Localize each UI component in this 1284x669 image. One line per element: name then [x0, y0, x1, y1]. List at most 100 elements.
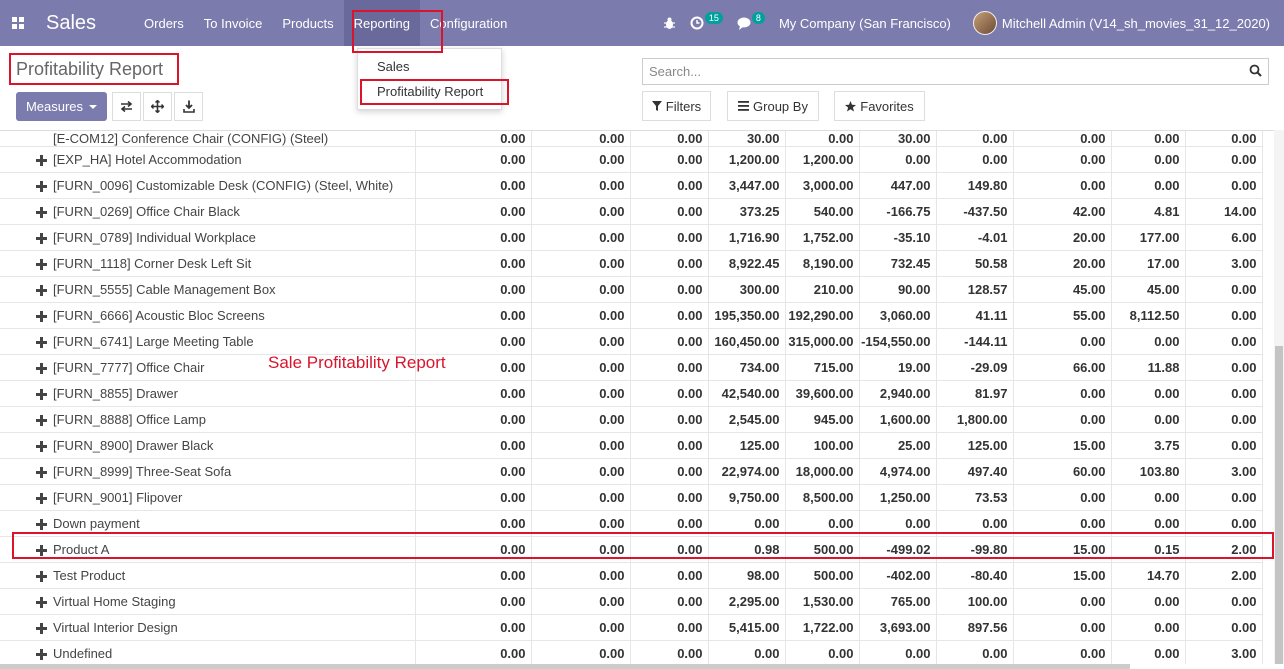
cell-value[interactable]: 0.00: [936, 510, 1014, 537]
plus-icon[interactable]: [36, 414, 47, 429]
row-header[interactable]: [FURN_8999] Three-Seat Sofa: [0, 458, 416, 485]
table-row[interactable]: [FURN_8855] Drawer 0.00 0.00 0.00 42,540.00 3…: [0, 380, 1263, 407]
plus-icon[interactable]: [36, 544, 47, 559]
cell-value[interactable]: 0.00: [1111, 172, 1186, 199]
cell-value[interactable]: 0.00: [1013, 588, 1112, 615]
cell-value[interactable]: 0.00: [415, 302, 532, 329]
cell-value[interactable]: 0.00: [531, 380, 631, 407]
table-row[interactable]: Virtual Interior Design 0.00 0.00 0.00 5,415…: [0, 614, 1263, 641]
cell-value[interactable]: 0.00: [630, 250, 709, 277]
cell-value[interactable]: 0.00: [1185, 354, 1263, 381]
cell-value[interactable]: 1,752.00: [785, 224, 860, 251]
cell-value[interactable]: 0.00: [708, 640, 786, 664]
menu-to-invoice[interactable]: To Invoice: [194, 0, 273, 46]
cell-value[interactable]: 0.00: [531, 276, 631, 303]
cell-value[interactable]: 0.00: [1013, 172, 1112, 199]
cell-value[interactable]: 0.00: [531, 562, 631, 589]
table-row[interactable]: [E-COM12] Conference Chair (CONFIG) (Ste…: [0, 131, 1263, 147]
cell-value[interactable]: 195,350.00: [708, 302, 786, 329]
cell-value[interactable]: 30.00: [708, 131, 786, 147]
cell-value[interactable]: 0.00: [1185, 146, 1263, 173]
table-row[interactable]: [FURN_0269] Office Chair Black 0.00 0.00 0.…: [0, 198, 1263, 225]
cell-value[interactable]: 9,750.00: [708, 484, 786, 511]
cell-value[interactable]: -144.11: [936, 328, 1014, 355]
cell-value[interactable]: 0.00: [415, 146, 532, 173]
cell-value[interactable]: 0.00: [936, 640, 1014, 664]
cell-value[interactable]: 0.00: [859, 640, 937, 664]
cell-value[interactable]: 0.00: [415, 172, 532, 199]
cell-value[interactable]: 0.00: [415, 536, 532, 563]
cell-value[interactable]: 0.00: [1185, 276, 1263, 303]
table-row[interactable]: [FURN_0096] Customizable Desk (CONFIG) (…: [0, 172, 1263, 199]
cell-value[interactable]: 41.11: [936, 302, 1014, 329]
flip-axis-button[interactable]: [112, 92, 141, 121]
cell-value[interactable]: 0.00: [415, 588, 532, 615]
cell-value[interactable]: 8,190.00: [785, 250, 860, 277]
cell-value[interactable]: 0.00: [630, 198, 709, 225]
cell-value[interactable]: 300.00: [708, 276, 786, 303]
activity-clock-icon[interactable]: 15: [690, 12, 723, 30]
cell-value[interactable]: 0.00: [415, 562, 532, 589]
cell-value[interactable]: -99.80: [936, 536, 1014, 563]
cell-value[interactable]: 3.00: [1185, 250, 1263, 277]
cell-value[interactable]: 0.00: [531, 250, 631, 277]
cell-value[interactable]: 0.00: [630, 484, 709, 511]
row-header[interactable]: [FURN_0789] Individual Workplace: [0, 224, 416, 251]
cell-value[interactable]: 73.53: [936, 484, 1014, 511]
cell-value[interactable]: 0.00: [630, 640, 709, 664]
cell-value[interactable]: 715.00: [785, 354, 860, 381]
company-switcher[interactable]: My Company (San Francisco): [779, 16, 951, 31]
dropdown-item-sales[interactable]: Sales: [377, 59, 410, 74]
cell-value[interactable]: 0.00: [1111, 484, 1186, 511]
cell-value[interactable]: 0.00: [1185, 484, 1263, 511]
cell-value[interactable]: 0.00: [936, 131, 1014, 147]
cell-value[interactable]: 500.00: [785, 562, 860, 589]
cell-value[interactable]: 0.00: [531, 328, 631, 355]
cell-value[interactable]: 0.00: [415, 432, 532, 459]
cell-value[interactable]: 0.00: [630, 588, 709, 615]
cell-value[interactable]: 0.00: [531, 354, 631, 381]
cell-value[interactable]: -154,550.00: [859, 328, 937, 355]
cell-value[interactable]: 20.00: [1013, 250, 1112, 277]
debug-bug-icon[interactable]: [663, 17, 676, 30]
menu-orders[interactable]: Orders: [134, 0, 194, 46]
cell-value[interactable]: 0.00: [415, 614, 532, 641]
search-input[interactable]: Search...: [642, 58, 1269, 85]
cell-value[interactable]: 0.00: [415, 276, 532, 303]
cell-value[interactable]: -166.75: [859, 198, 937, 225]
cell-value[interactable]: 0.00: [1111, 146, 1186, 173]
cell-value[interactable]: -80.40: [936, 562, 1014, 589]
table-row[interactable]: [FURN_0789] Individual Workplace 0.00 0.00…: [0, 224, 1263, 251]
cell-value[interactable]: 0.00: [1013, 406, 1112, 433]
cell-value[interactable]: 45.00: [1111, 276, 1186, 303]
plus-icon[interactable]: [36, 440, 47, 455]
cell-value[interactable]: 0.15: [1111, 536, 1186, 563]
download-xlsx-button[interactable]: [174, 92, 203, 121]
row-header[interactable]: Virtual Interior Design: [0, 614, 416, 641]
table-row[interactable]: Product A 0.00 0.00 0.00 0.98 500.00 -499.02 -9…: [0, 536, 1263, 563]
cell-value[interactable]: 0.00: [1185, 432, 1263, 459]
cell-value[interactable]: 50.58: [936, 250, 1014, 277]
cell-value[interactable]: 8,922.45: [708, 250, 786, 277]
cell-value[interactable]: 0.00: [1013, 510, 1112, 537]
table-row[interactable]: [FURN_6666] Acoustic Bloc Screens 0.00 0.0…: [0, 302, 1263, 329]
cell-value[interactable]: 18,000.00: [785, 458, 860, 485]
cell-value[interactable]: 2.00: [1185, 562, 1263, 589]
cell-value[interactable]: 19.00: [859, 354, 937, 381]
cell-value[interactable]: 897.56: [936, 614, 1014, 641]
cell-value[interactable]: 2,940.00: [859, 380, 937, 407]
table-row[interactable]: [FURN_5555] Cable Management Box 0.00 0.00…: [0, 276, 1263, 303]
cell-value[interactable]: 0.00: [1185, 328, 1263, 355]
cell-value[interactable]: 3.00: [1185, 640, 1263, 664]
cell-value[interactable]: 0.00: [531, 172, 631, 199]
table-row[interactable]: Undefined 0.00 0.00 0.00 0.00 0.00 0.00 0.00 0.0…: [0, 640, 1263, 664]
cell-value[interactable]: 3,000.00: [785, 172, 860, 199]
cell-value[interactable]: 4.81: [1111, 198, 1186, 225]
cell-value[interactable]: -402.00: [859, 562, 937, 589]
cell-value[interactable]: 540.00: [785, 198, 860, 225]
cell-value[interactable]: 0.00: [630, 536, 709, 563]
cell-value[interactable]: 0.00: [1185, 380, 1263, 407]
cell-value[interactable]: 0.00: [1111, 380, 1186, 407]
cell-value[interactable]: 177.00: [1111, 224, 1186, 251]
table-row[interactable]: Test Product 0.00 0.00 0.00 98.00 500.00 -402.…: [0, 562, 1263, 589]
